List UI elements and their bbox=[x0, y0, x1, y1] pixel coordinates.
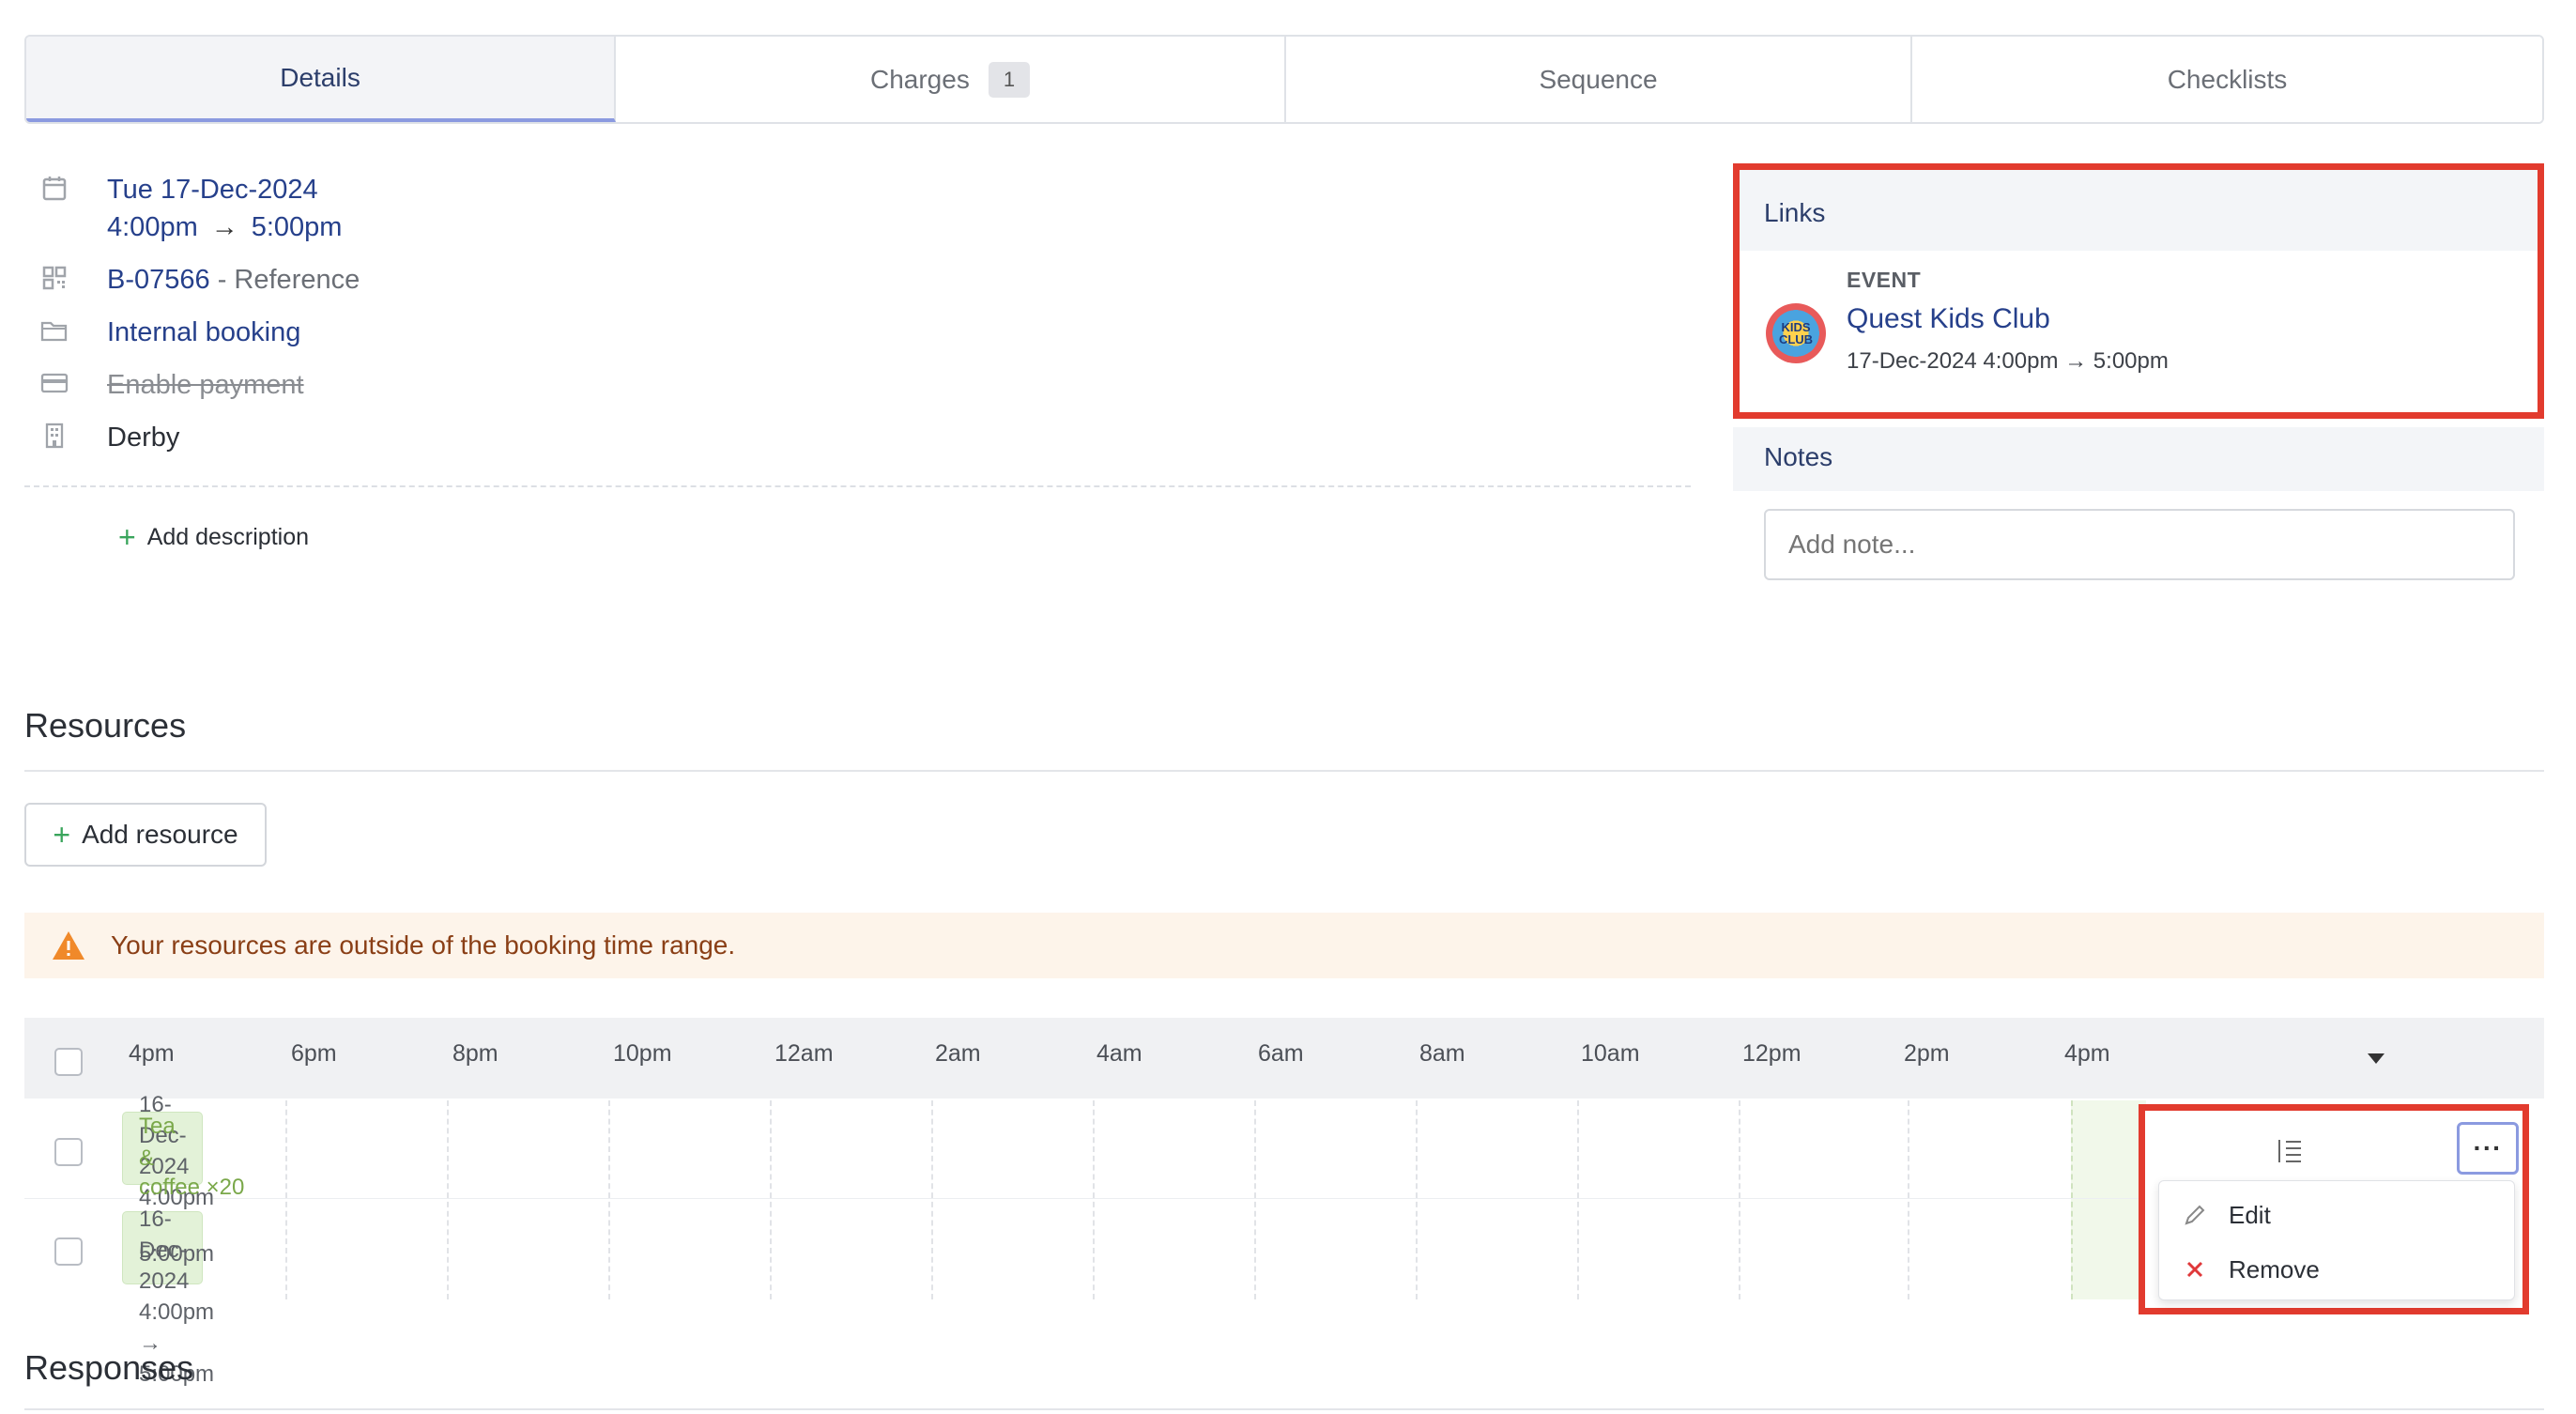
responses-title: Responses bbox=[24, 1348, 194, 1387]
resource-action-menu: ··· Edit Remove bbox=[2139, 1104, 2529, 1314]
timeline-hour: 8am bbox=[1419, 1040, 1465, 1067]
event-time: 17-Dec-2024 4:00pm → 5:00pm bbox=[1847, 348, 2169, 374]
responses-divider bbox=[24, 1408, 2544, 1410]
tab-details[interactable]: Details bbox=[26, 37, 617, 122]
edit-menu-item[interactable]: Edit bbox=[2159, 1189, 2514, 1241]
grid-line bbox=[931, 1100, 933, 1299]
event-logo-text: KIDS CLUB bbox=[1778, 320, 1814, 346]
add-resource-button[interactable]: + Add resource bbox=[24, 803, 267, 867]
folder-icon bbox=[38, 314, 71, 347]
grid-line bbox=[1739, 1100, 1740, 1299]
more-icon: ··· bbox=[2473, 1133, 2503, 1162]
charges-count-badge: 1 bbox=[988, 61, 1031, 98]
tab-checklists-label: Checklists bbox=[2167, 64, 2288, 94]
remove-menu-item[interactable]: Remove bbox=[2159, 1243, 2514, 1296]
more-options-button[interactable]: ··· bbox=[2457, 1122, 2519, 1175]
add-resource-label: Add resource bbox=[82, 820, 238, 849]
resource-name-text: Tea bbox=[139, 1114, 176, 1139]
timeline-hour: 12pm bbox=[1742, 1040, 1802, 1067]
detail-payment: Enable payment bbox=[38, 366, 304, 404]
timeline-hour: 12am bbox=[774, 1040, 834, 1067]
building-icon bbox=[38, 419, 71, 453]
chevron-down-icon[interactable] bbox=[2368, 1053, 2384, 1064]
reference-label: - Reference bbox=[217, 265, 360, 295]
booking-time-range[interactable]: 4:00pm → 5:00pm bbox=[107, 208, 342, 246]
row-divider bbox=[24, 1198, 2146, 1199]
tab-charges[interactable]: Charges 1 bbox=[616, 37, 1286, 122]
detail-location: Derby bbox=[38, 419, 179, 456]
tab-details-label: Details bbox=[280, 62, 360, 92]
grid-line bbox=[1416, 1100, 1418, 1299]
tab-sequence-label: Sequence bbox=[1539, 64, 1658, 94]
tab-sequence[interactable]: Sequence bbox=[1286, 37, 1912, 122]
pencil-icon bbox=[2182, 1203, 2208, 1227]
resource-name-text: & bbox=[139, 1145, 155, 1171]
resource-quantity-text: coffee ×20 bbox=[139, 1175, 245, 1200]
warning-text: Your resources are outside of the bookin… bbox=[111, 930, 736, 960]
resources-title: Resources bbox=[24, 706, 187, 745]
grid-line bbox=[1254, 1100, 1256, 1299]
select-all-checkbox[interactable] bbox=[54, 1048, 83, 1076]
timeline-hour: 4am bbox=[1096, 1040, 1142, 1067]
booking-type-link[interactable]: Internal booking bbox=[107, 317, 300, 347]
timeline-hour: 8pm bbox=[452, 1040, 498, 1067]
resources-divider bbox=[24, 770, 2544, 772]
details-divider bbox=[24, 485, 1691, 487]
enable-payment-link[interactable]: Enable payment bbox=[107, 370, 304, 400]
timeline-hour: 4pm bbox=[129, 1040, 175, 1067]
detail-datetime: Tue 17-Dec-2024 4:00pm → 5:00pm bbox=[38, 171, 342, 246]
detail-booking-type: Internal booking bbox=[38, 314, 300, 351]
detail-reference: B-07566 - Reference bbox=[38, 261, 360, 299]
add-note-input[interactable] bbox=[1764, 509, 2515, 580]
calendar-icon bbox=[38, 171, 71, 205]
timeline-hour: 10am bbox=[1581, 1040, 1640, 1067]
booking-time-start: 4:00pm bbox=[107, 212, 198, 242]
warning-banner: Your resources are outside of the bookin… bbox=[24, 913, 2544, 978]
plus-icon: + bbox=[53, 818, 71, 852]
grid-line bbox=[1093, 1100, 1095, 1299]
tab-charges-label: Charges bbox=[869, 64, 970, 94]
resource-row-checkbox[interactable] bbox=[54, 1237, 83, 1266]
tab-checklists[interactable]: Checklists bbox=[1912, 37, 2542, 122]
links-panel: Links KIDS CLUB EVENT Quest Kids Club 17… bbox=[1733, 163, 2544, 419]
booking-range-highlight bbox=[2071, 1100, 2146, 1299]
resource-row-checkbox[interactable] bbox=[54, 1138, 83, 1166]
timeline-hour: 10pm bbox=[613, 1040, 672, 1067]
warning-icon bbox=[53, 931, 84, 960]
event-type-label: EVENT bbox=[1847, 268, 1922, 292]
arrow-right-icon: → bbox=[210, 212, 238, 242]
grid-line bbox=[285, 1100, 287, 1299]
event-title-link[interactable]: Quest Kids Club bbox=[1847, 303, 2050, 335]
timeline-hour: 4pm bbox=[2064, 1040, 2110, 1067]
add-description-label: Add description bbox=[146, 523, 310, 550]
grid-line bbox=[1577, 1100, 1579, 1299]
location-name: Derby bbox=[107, 423, 180, 453]
add-description-button[interactable]: + Add description bbox=[118, 522, 309, 552]
booking-date-link[interactable]: Tue 17-Dec-2024 bbox=[107, 171, 342, 208]
resource-end-time-text: 5:00pm bbox=[139, 1241, 215, 1267]
list-icon[interactable] bbox=[2277, 1137, 2303, 1163]
booking-time-end: 5:00pm bbox=[251, 212, 343, 242]
close-icon bbox=[2182, 1260, 2208, 1279]
remove-label: Remove bbox=[2229, 1254, 2320, 1283]
grid-line bbox=[447, 1100, 449, 1299]
grid-line bbox=[1908, 1100, 1909, 1299]
timeline-hour: 2pm bbox=[1904, 1040, 1950, 1067]
links-title: Links bbox=[1740, 170, 2538, 251]
reference-id-link[interactable]: B-07566 bbox=[107, 265, 210, 295]
timeline-hour: 6pm bbox=[291, 1040, 337, 1067]
event-logo: KIDS CLUB bbox=[1766, 303, 1826, 363]
grid-line bbox=[608, 1100, 610, 1299]
options-dropdown: Edit Remove bbox=[2158, 1180, 2515, 1300]
timeline-hour: 6am bbox=[1258, 1040, 1304, 1067]
notes-title: Notes bbox=[1733, 427, 2544, 491]
grid-line bbox=[770, 1100, 772, 1299]
edit-label: Edit bbox=[2229, 1200, 2271, 1229]
timeline-hour: 2am bbox=[935, 1040, 981, 1067]
credit-card-icon bbox=[38, 366, 71, 400]
qr-code-icon bbox=[38, 261, 71, 295]
tab-bar: Details Charges 1 Sequence Checklists bbox=[24, 35, 2544, 124]
plus-icon: + bbox=[118, 520, 136, 554]
